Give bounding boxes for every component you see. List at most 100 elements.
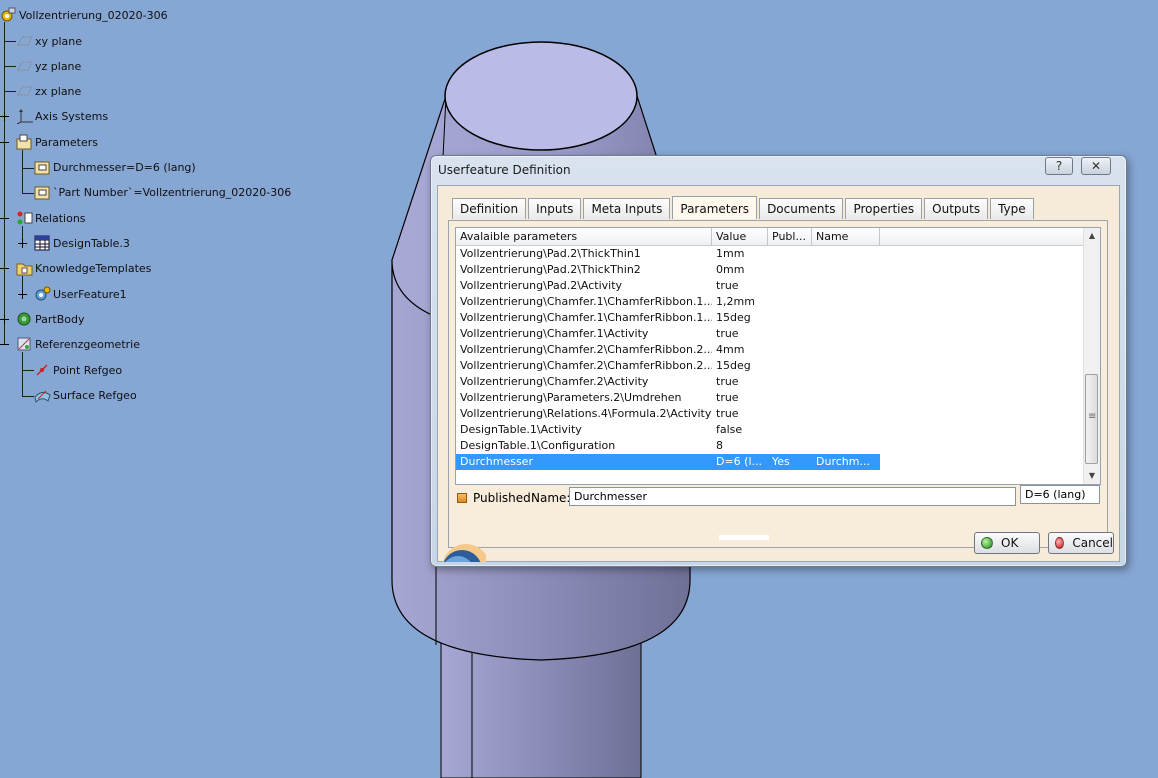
tab-definition[interactable]: Definition (452, 198, 527, 219)
table-row[interactable]: Vollzentrierung\Parameters.2\Umdrehen tru… (456, 390, 1086, 406)
table-row[interactable]: DesignTable.1\Activity false (456, 422, 1086, 438)
table-row[interactable]: Vollzentrierung\Chamfer.2\ChamferRibbon.… (456, 358, 1086, 374)
tree-item-zx-plane[interactable]: zx plane (16, 82, 81, 100)
column-header-published[interactable]: Publ... (768, 228, 812, 245)
collapse-parameters[interactable] (0, 138, 9, 147)
cancel-label: Cancel (1072, 536, 1113, 550)
cell-parameter: Vollzentrierung\Chamfer.1\ChamferRibbon.… (460, 311, 712, 324)
close-button[interactable]: ✕ (1081, 157, 1111, 175)
tree-item-surface-refgeo[interactable]: Surface Refgeo (34, 386, 137, 404)
cell-published (768, 438, 812, 454)
tree-root[interactable]: Vollzentrierung_02020-306 (0, 6, 168, 24)
cell-value: 15deg (716, 311, 751, 324)
tab-inputs[interactable]: Inputs (528, 198, 582, 219)
tab-meta-inputs[interactable]: Meta Inputs (583, 198, 671, 219)
cell-name (812, 278, 880, 294)
tree-item-partbody[interactable]: PartBody (16, 310, 84, 328)
tree-item-label: Relations (35, 211, 86, 225)
expand-axis-systems[interactable] (0, 112, 9, 121)
tree-item-durchmesser[interactable]: Durchmesser=D=6 (lang) (34, 158, 196, 176)
scroll-down-arrow-icon[interactable]: ▼ (1084, 468, 1100, 484)
tree-item-label: Surface Refgeo (53, 388, 137, 402)
cell-value: true (716, 279, 739, 292)
plane-icon (16, 33, 33, 49)
tab-documents[interactable]: Documents (759, 198, 844, 219)
table-row[interactable]: Vollzentrierung\Chamfer.1\Activity true (456, 326, 1086, 342)
tree-item-designtable[interactable]: DesignTable.3 (34, 234, 130, 252)
cell-name (812, 374, 880, 390)
cell-published (768, 374, 812, 390)
table-row[interactable]: Durchmesser D=6 (l... Yes Durchm... (456, 454, 1086, 470)
table-row[interactable]: Vollzentrierung\Relations.4\Formula.2\Ac… (456, 406, 1086, 422)
design-table-icon (34, 235, 50, 251)
table-row[interactable]: Vollzentrierung\Pad.2\ThickThin1 1mm (456, 246, 1086, 262)
name-input[interactable] (569, 487, 1016, 506)
expand-designtable[interactable] (18, 239, 27, 248)
tree-line (4, 66, 16, 67)
expand-partbody[interactable] (0, 315, 9, 324)
tree-item-xy-plane[interactable]: xy plane (16, 32, 82, 50)
cell-value: 8 (716, 439, 723, 452)
tab-properties[interactable]: Properties (845, 198, 923, 219)
userfeature-gear-icon (34, 286, 51, 302)
tree-item-part-number[interactable]: `Part Number`=Vollzentrierung_02020-306 (34, 183, 291, 201)
tree-item-point-refgeo[interactable]: Point Refgeo (34, 361, 122, 379)
table-row[interactable]: Vollzentrierung\Chamfer.1\ChamferRibbon.… (456, 310, 1086, 326)
cell-name (812, 326, 880, 342)
cell-name: Durchm... (812, 454, 880, 470)
tree-item-referenzgeometrie[interactable]: Referenzgeometrie (16, 335, 140, 353)
collapse-referenzgeometrie[interactable] (0, 340, 9, 349)
table-row[interactable]: Vollzentrierung\Chamfer.2\Activity true (456, 374, 1086, 390)
ok-button[interactable]: OK (974, 532, 1040, 554)
scroll-up-arrow-icon[interactable]: ▲ (1084, 228, 1100, 244)
collapse-knowledgetemplates[interactable] (0, 264, 9, 273)
value-input[interactable] (1020, 485, 1100, 504)
tree-item-knowledgetemplates[interactable]: KnowledgeTemplates (16, 259, 151, 277)
tree-item-yz-plane[interactable]: yz plane (16, 57, 81, 75)
tree-item-parameters[interactable]: Parameters (16, 133, 98, 151)
catia-logo (438, 538, 486, 562)
cancel-button[interactable]: Cancel (1048, 532, 1114, 554)
cell-name (812, 262, 880, 278)
cell-published (768, 294, 812, 310)
cell-parameter: Vollzentrierung\Chamfer.1\ChamferRibbon.… (460, 295, 712, 308)
tab-outputs[interactable]: Outputs (924, 198, 989, 219)
cell-value: 15deg (716, 359, 751, 372)
published-checkbox[interactable] (457, 493, 467, 503)
tree-item-axis-systems[interactable]: Axis Systems (16, 107, 108, 125)
tree-item-label: yz plane (35, 59, 82, 73)
tab-type[interactable]: Type (990, 198, 1034, 219)
tree-item-label: Point Refgeo (53, 363, 123, 377)
cell-published: Yes (768, 454, 812, 470)
cell-parameter: Vollzentrierung\Chamfer.1\Activity (460, 327, 649, 340)
table-row[interactable]: DesignTable.1\Configuration 8 (456, 438, 1086, 454)
cell-published (768, 342, 812, 358)
cell-name (812, 390, 880, 406)
tree-item-label: UserFeature1 (53, 287, 127, 301)
folder-icon (16, 260, 33, 276)
table-row[interactable]: Vollzentrierung\Pad.2\Activity true (456, 278, 1086, 294)
scroll-thumb[interactable] (1085, 374, 1098, 464)
cell-published (768, 310, 812, 326)
tree-item-label: DesignTable.3 (53, 236, 130, 250)
userfeature-definition-dialog: Userfeature Definition ? ✕ Definition In… (430, 155, 1127, 567)
column-header-value[interactable]: Value (712, 228, 768, 245)
tree-item-userfeature[interactable]: UserFeature1 (34, 285, 127, 303)
column-header-name[interactable]: Name (812, 228, 880, 245)
parameters-list[interactable]: Avalaible parameters Value Publ... Name … (455, 227, 1101, 485)
cell-value: 4mm (716, 343, 745, 356)
help-button[interactable]: ? (1045, 157, 1073, 175)
table-row[interactable]: Vollzentrierung\Pad.2\ThickThin2 0mm (456, 262, 1086, 278)
cell-published (768, 422, 812, 438)
column-header-parameter[interactable]: Avalaible parameters (456, 228, 712, 245)
expand-userfeature[interactable] (18, 290, 27, 299)
part-gear-icon (0, 7, 16, 23)
tree-item-relations[interactable]: Relations (16, 209, 86, 227)
table-row[interactable]: Vollzentrierung\Chamfer.1\ChamferRibbon.… (456, 294, 1086, 310)
ok-label: OK (1001, 536, 1019, 550)
cell-parameter: DesignTable.1\Configuration (460, 439, 616, 452)
collapse-relations[interactable] (0, 214, 9, 223)
tab-parameters[interactable]: Parameters (672, 196, 758, 219)
table-row[interactable]: Vollzentrierung\Chamfer.2\ChamferRibbon.… (456, 342, 1086, 358)
vertical-scrollbar[interactable]: ▲ ▼ (1083, 228, 1100, 484)
